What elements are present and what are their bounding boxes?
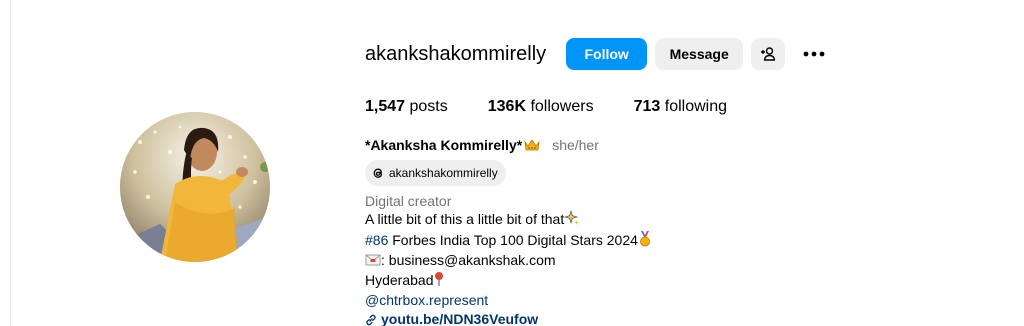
bio-line-2-text: Forbes India Top 100 Digital Stars 2024 [388,231,638,248]
bio-line-1-text: A little bit of this a little bit of tha… [365,211,565,228]
crown-icon [524,138,540,152]
suggest-accounts-button[interactable] [751,38,786,70]
avatar[interactable] [120,112,270,262]
round-pushpin-icon [434,271,444,291]
profile-page: akankshakommirelly Follow Message 1,547 … [0,0,1024,326]
bio-line-4-text: Hyderabad [365,272,434,289]
more-horizontal-icon [803,51,825,57]
full-name: *Akanksha Kommirelly* [365,137,523,153]
bio-line-6: youtu.be/NDN36Veufow [365,310,652,326]
website-link[interactable]: youtu.be/NDN36Veufow [381,311,538,326]
link-icon [365,312,377,326]
follow-button[interactable]: Follow [566,38,648,70]
bio-line-3-text: : business@akankshak.com [381,251,556,268]
following-count: 713 [633,98,661,115]
person-plus-icon [760,46,776,62]
profile-stats: 1,547 posts 136K followers 713 following [365,98,767,116]
bio-line-1: A little bit of this a little bit of tha… [365,210,652,230]
bio-line-4: Hyderabad [365,271,652,291]
followers-stat[interactable]: 136K followers [488,98,594,116]
bio: Digital creator A little bit of this a l… [365,192,652,326]
following-label: following [664,98,728,115]
bio-line-5: @chtrbox.represent [365,291,652,309]
threads-badge[interactable]: akankshakommirelly [365,160,506,186]
message-button[interactable]: Message [655,38,744,70]
username: akankshakommirelly [365,42,547,65]
followers-label: followers [530,98,594,115]
name-row: *Akanksha Kommirelly* she/her [365,137,599,153]
followers-count: 136K [487,98,526,115]
threads-handle: akankshakommirelly [389,166,498,180]
hashtag-link[interactable]: #86 [365,232,388,248]
profile-header-row: akankshakommirelly Follow Message [365,37,829,71]
category-label: Digital creator [365,193,452,209]
sidebar-divider [10,0,11,326]
medal-icon [638,230,652,251]
posts-label: posts [409,98,448,115]
bio-line-3: : business@akankshak.com [365,251,652,271]
bio-line-2: #86 Forbes India Top 100 Digital Stars 2… [365,230,652,251]
pronouns: she/her [552,137,599,153]
mention-link[interactable]: @chtrbox.represent [365,292,488,308]
envelope-icon [365,253,381,271]
following-stat[interactable]: 713 following [634,98,727,116]
posts-stat: 1,547 posts [365,98,448,116]
posts-count: 1,547 [365,98,406,115]
more-options-button[interactable] [799,38,829,70]
threads-icon [371,166,385,180]
sparkles-icon [564,210,580,230]
